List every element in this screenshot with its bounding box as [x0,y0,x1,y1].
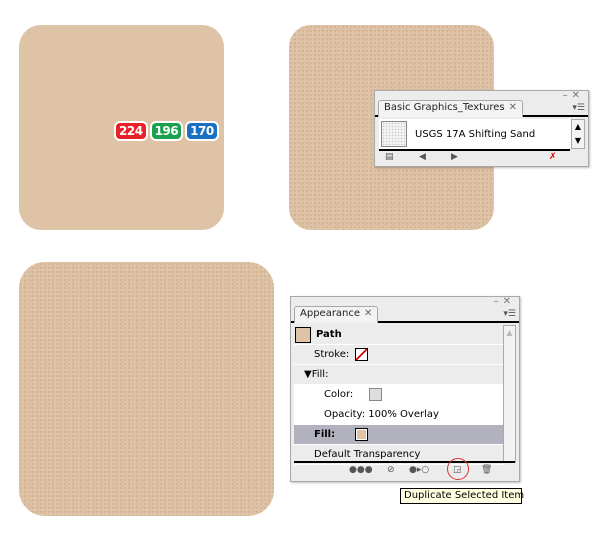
window-controls[interactable]: –✕ [563,90,584,101]
opacity-row[interactable]: Opacity: 100% Overlay [294,405,504,425]
stroke-row[interactable]: Stroke: [294,345,504,365]
fill-swatch[interactable] [355,428,369,441]
fill-row[interactable]: Fill: [294,425,504,445]
textures-panel: –✕ Basic Graphics_Textures ✕ ▾☰ USGS 17A … [374,90,589,167]
scrollbar[interactable]: ▲ [503,325,516,463]
previous-icon[interactable]: ◀ [419,152,426,162]
path-thumbnail [295,326,311,343]
texture-swatch[interactable] [369,388,383,401]
highlight-circle [447,458,469,480]
textured-square-large[interactable] [19,262,274,516]
panel-menu-icon[interactable]: ▾☰ [503,309,516,319]
close-tab-icon[interactable]: ✕ [364,308,372,319]
next-icon[interactable]: ▶ [451,152,458,162]
rgb-values: 224 196 170 [114,121,219,141]
appearance-panel: –✕ Appearance ✕ ▾☰ Path Stroke: ▼ Fill: Co… [290,296,520,482]
scrollbar[interactable]: ▲ ▼ [571,119,585,149]
swatch-item[interactable]: USGS 17A Shifting Sand [379,119,573,149]
tab-basic-graphics-textures[interactable]: Basic Graphics_Textures ✕ [378,100,524,117]
texture-thumbnail [381,121,407,147]
clear-appearance-icon[interactable]: ⊘ [387,465,395,475]
tab-appearance[interactable]: Appearance ✕ [294,306,379,323]
new-art-basic-appearance-icon[interactable]: ●●● [349,465,373,475]
color-row[interactable]: Color: [294,385,504,405]
panel-menu-icon[interactable]: ▾☰ [572,103,585,113]
expand-triangle-icon[interactable]: ▼ [304,369,312,380]
close-tab-icon[interactable]: ✕ [509,102,517,113]
path-row[interactable]: Path [294,325,504,345]
reduce-to-basic-icon[interactable]: ●▸○ [409,465,429,475]
stroke-none-swatch[interactable] [355,348,369,361]
window-controls[interactable]: –✕ [494,296,515,307]
green-value: 196 [149,121,184,141]
red-value: 224 [114,121,148,141]
tooltip: Duplicate Selected Item [400,488,524,504]
no-selection-icon: ✗ [549,152,557,162]
library-menu-icon[interactable]: ▤ [385,152,394,162]
blue-value: 170 [185,121,219,141]
fill-group-row[interactable]: ▼ Fill: [294,365,504,385]
trash-icon[interactable]: 🗑 [481,465,492,475]
